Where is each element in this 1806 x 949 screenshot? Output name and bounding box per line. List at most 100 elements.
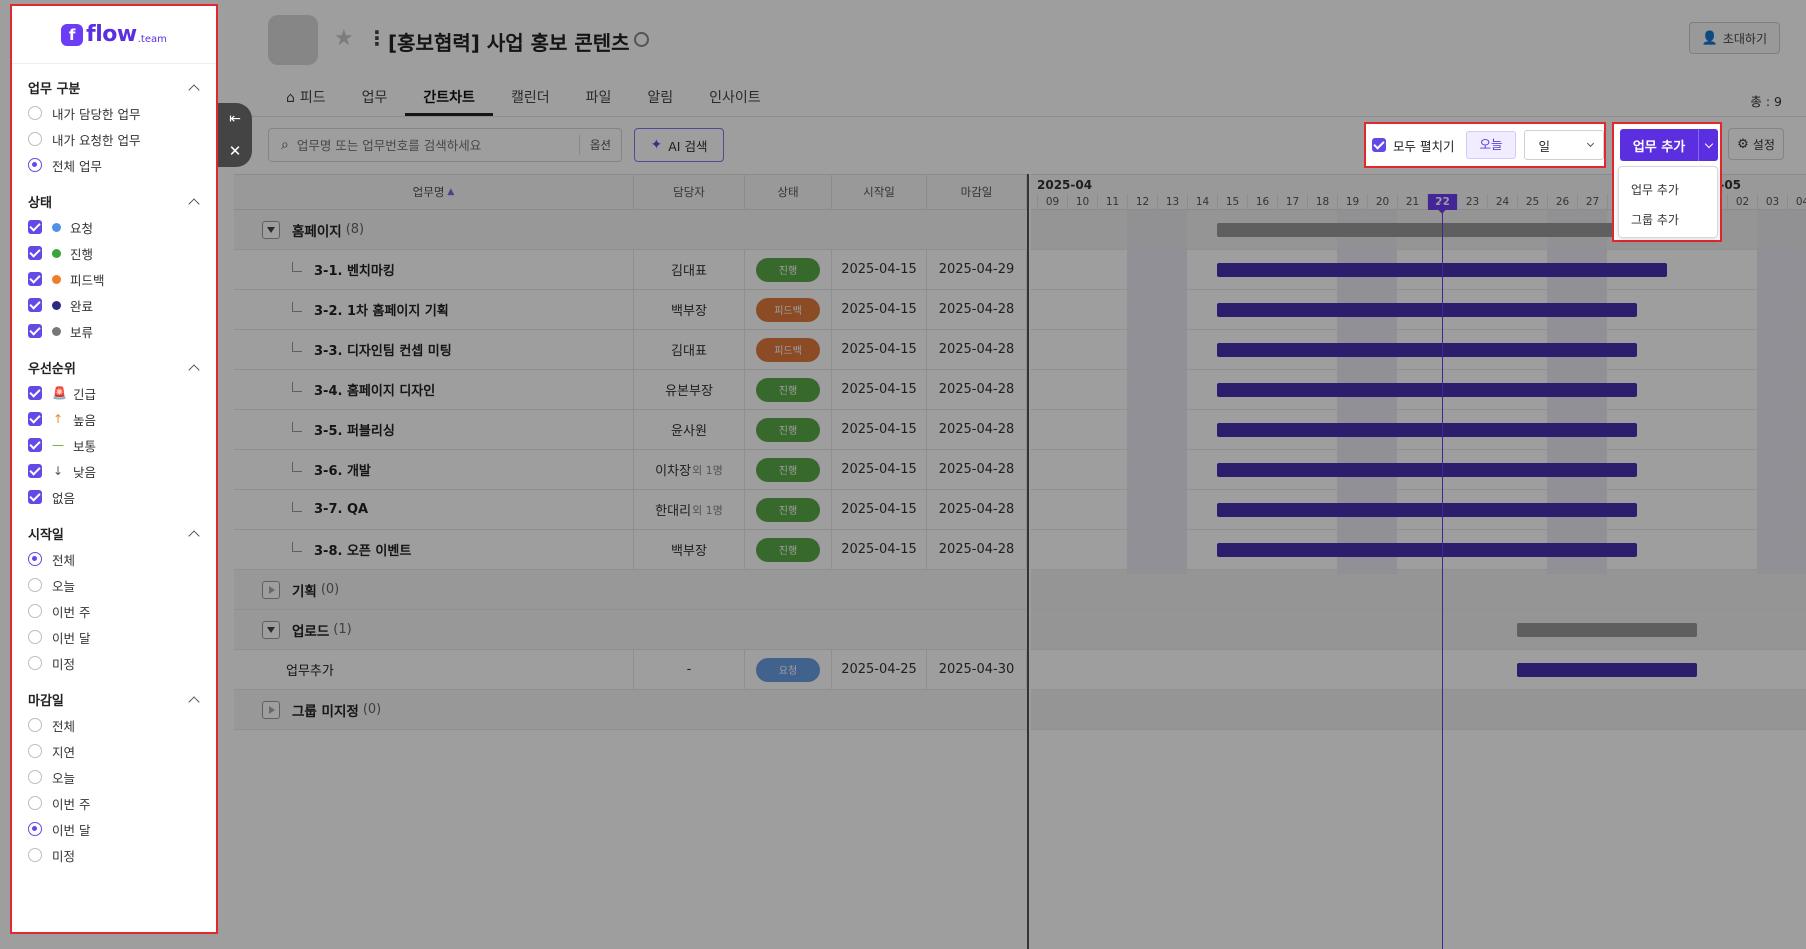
filter-option[interactable]: 오늘 <box>28 764 198 790</box>
table-row[interactable]: 3-8. 오픈 이벤트 백부장 진행 2025-04-15 2025-04-28 <box>234 529 1027 570</box>
tab-2[interactable]: 간트차트 <box>405 78 493 116</box>
group-row[interactable]: 기획 (0) <box>234 570 1027 610</box>
day-cell[interactable]: 23 <box>1457 194 1487 210</box>
more-menu-icon[interactable]: ⋮ <box>367 26 387 50</box>
filter-option[interactable]: 미정 <box>28 842 198 868</box>
status-badge[interactable]: 피드백 <box>756 297 820 322</box>
filter-option[interactable]: 피드백 <box>28 266 198 292</box>
tab-4[interactable]: 파일 <box>568 78 630 116</box>
search-option-button[interactable]: 옵션 <box>578 135 621 155</box>
table-row[interactable]: 3-4. 홈페이지 디자인 유본부장 진행 2025-04-15 2025-04-28 <box>234 369 1027 410</box>
end-date-cell[interactable]: 2025-04-28 <box>927 449 1027 490</box>
filter-section-header[interactable]: 업무 구분 <box>28 74 200 100</box>
start-date-cell[interactable]: 2025-04-15 <box>832 489 927 530</box>
filter-option[interactable]: 진행 <box>28 240 198 266</box>
flow-logo[interactable]: f flow .team <box>12 6 216 64</box>
status-badge[interactable]: 진행 <box>756 537 820 562</box>
checkbox[interactable] <box>28 438 42 452</box>
search-input[interactable] <box>296 137 547 153</box>
project-avatar[interactable] <box>268 15 318 65</box>
day-cell[interactable]: 09 <box>1037 194 1067 210</box>
column-header-start[interactable]: 시작일 <box>832 175 927 209</box>
status-cell[interactable]: 피드백 <box>745 329 832 370</box>
end-date-cell[interactable]: 2025-04-28 <box>927 329 1027 370</box>
checkbox[interactable] <box>28 246 42 260</box>
status-cell[interactable]: 진행 <box>745 529 832 570</box>
today-button[interactable]: 오늘 <box>1466 131 1516 159</box>
status-cell[interactable]: 요청 <box>745 649 832 690</box>
menu-item-add-task[interactable]: 업무 추가 <box>1619 175 1717 205</box>
radio-button[interactable] <box>28 718 42 732</box>
collapse-sidebar-button[interactable]: ⇤ <box>218 103 252 135</box>
day-cell[interactable]: 21 <box>1397 194 1427 210</box>
status-badge[interactable]: 진행 <box>756 417 820 442</box>
radio-button[interactable] <box>28 822 42 836</box>
day-cell[interactable]: 10 <box>1067 194 1097 210</box>
settings-button[interactable]: ⚙ 설정 <box>1728 128 1784 160</box>
task-name[interactable]: 3-3. 디자인팀 컨셉 미팅 <box>314 340 452 359</box>
checkbox[interactable] <box>28 490 42 504</box>
day-cell[interactable]: 18 <box>1307 194 1337 210</box>
filter-option[interactable]: ↓ 낮음 <box>28 458 198 484</box>
table-row[interactable]: 업무추가 - 요청 2025-04-25 2025-04-30 <box>234 649 1027 690</box>
column-header-end[interactable]: 마감일 <box>927 175 1027 209</box>
start-date-cell[interactable]: 2025-04-25 <box>832 649 927 690</box>
radio-button[interactable] <box>28 604 42 618</box>
day-cell[interactable]: 12 <box>1127 194 1157 210</box>
radio-button[interactable] <box>28 552 42 566</box>
day-cell[interactable]: 17 <box>1277 194 1307 210</box>
day-cell[interactable]: 20 <box>1367 194 1397 210</box>
start-date-cell[interactable]: 2025-04-15 <box>832 409 927 450</box>
expand-all-checkbox[interactable] <box>1372 138 1386 152</box>
group-toggle-icon[interactable] <box>262 220 280 239</box>
invite-button[interactable]: 👤 초대하기 <box>1688 22 1780 54</box>
filter-option[interactable]: 이번 주 <box>28 790 198 816</box>
filter-option[interactable]: 이번 달 <box>28 816 198 842</box>
day-cell[interactable]: 02 <box>1727 194 1757 210</box>
radio-button[interactable] <box>28 770 42 784</box>
radio-button[interactable] <box>28 848 42 862</box>
day-cell[interactable]: 04 <box>1787 194 1806 210</box>
end-date-cell[interactable]: 2025-04-28 <box>927 369 1027 410</box>
end-date-cell[interactable]: 2025-04-30 <box>927 649 1027 690</box>
task-name[interactable]: 3-2. 1차 홈페이지 기획 <box>314 300 449 319</box>
start-date-cell[interactable]: 2025-04-15 <box>832 249 927 290</box>
task-name[interactable]: 3-8. 오픈 이벤트 <box>314 540 411 559</box>
radio-button[interactable] <box>28 132 42 146</box>
status-badge[interactable]: 피드백 <box>756 337 820 362</box>
tab-0[interactable]: ⌂ 피드 <box>268 78 344 116</box>
group-row[interactable]: 홈페이지 (8) <box>234 210 1027 250</box>
group-summary-bar[interactable] <box>1517 623 1697 637</box>
filter-option[interactable]: — 보통 <box>28 432 198 458</box>
table-row[interactable]: 3-7. QA 한대리 외 1명 진행 2025-04-15 2025-04-28 <box>234 489 1027 530</box>
filter-option[interactable]: 전체 업무 <box>28 152 198 178</box>
task-bar[interactable] <box>1217 343 1637 357</box>
task-bar[interactable] <box>1217 383 1637 397</box>
end-date-cell[interactable]: 2025-04-28 <box>927 289 1027 330</box>
menu-item-add-group[interactable]: 그룹 추가 <box>1619 205 1717 235</box>
filter-option[interactable]: 없음 <box>28 484 198 510</box>
filter-option[interactable]: 이번 주 <box>28 598 198 624</box>
owner-cell[interactable]: 한대리 외 1명 <box>634 489 745 530</box>
status-cell[interactable]: 진행 <box>745 489 832 530</box>
group-row[interactable]: 그룹 미지정 (0) <box>234 690 1027 730</box>
day-cell[interactable]: 24 <box>1487 194 1517 210</box>
status-badge[interactable]: 진행 <box>756 457 820 482</box>
end-date-cell[interactable]: 2025-04-29 <box>927 249 1027 290</box>
filter-section-header[interactable]: 시작일 <box>28 520 200 546</box>
end-date-cell[interactable]: 2025-04-28 <box>927 409 1027 450</box>
start-date-cell[interactable]: 2025-04-15 <box>832 329 927 370</box>
filter-option[interactable]: 🚨 긴급 <box>28 380 198 406</box>
task-name[interactable]: 3-6. 개발 <box>314 460 371 479</box>
filter-option[interactable]: 미정 <box>28 650 198 676</box>
status-cell[interactable]: 피드백 <box>745 289 832 330</box>
column-header-status[interactable]: 상태 <box>745 175 832 209</box>
day-cell[interactable]: 16 <box>1247 194 1277 210</box>
table-row[interactable]: 3-6. 개발 이차장 외 1명 진행 2025-04-15 2025-04-28 <box>234 449 1027 490</box>
group-toggle-icon[interactable] <box>262 580 280 599</box>
owner-cell[interactable]: - <box>634 649 745 690</box>
status-badge[interactable]: 요청 <box>756 657 820 682</box>
task-bar[interactable] <box>1217 543 1637 557</box>
task-name-cell[interactable]: 3-8. 오픈 이벤트 <box>234 529 634 570</box>
filter-option[interactable]: 요청 <box>28 214 198 240</box>
